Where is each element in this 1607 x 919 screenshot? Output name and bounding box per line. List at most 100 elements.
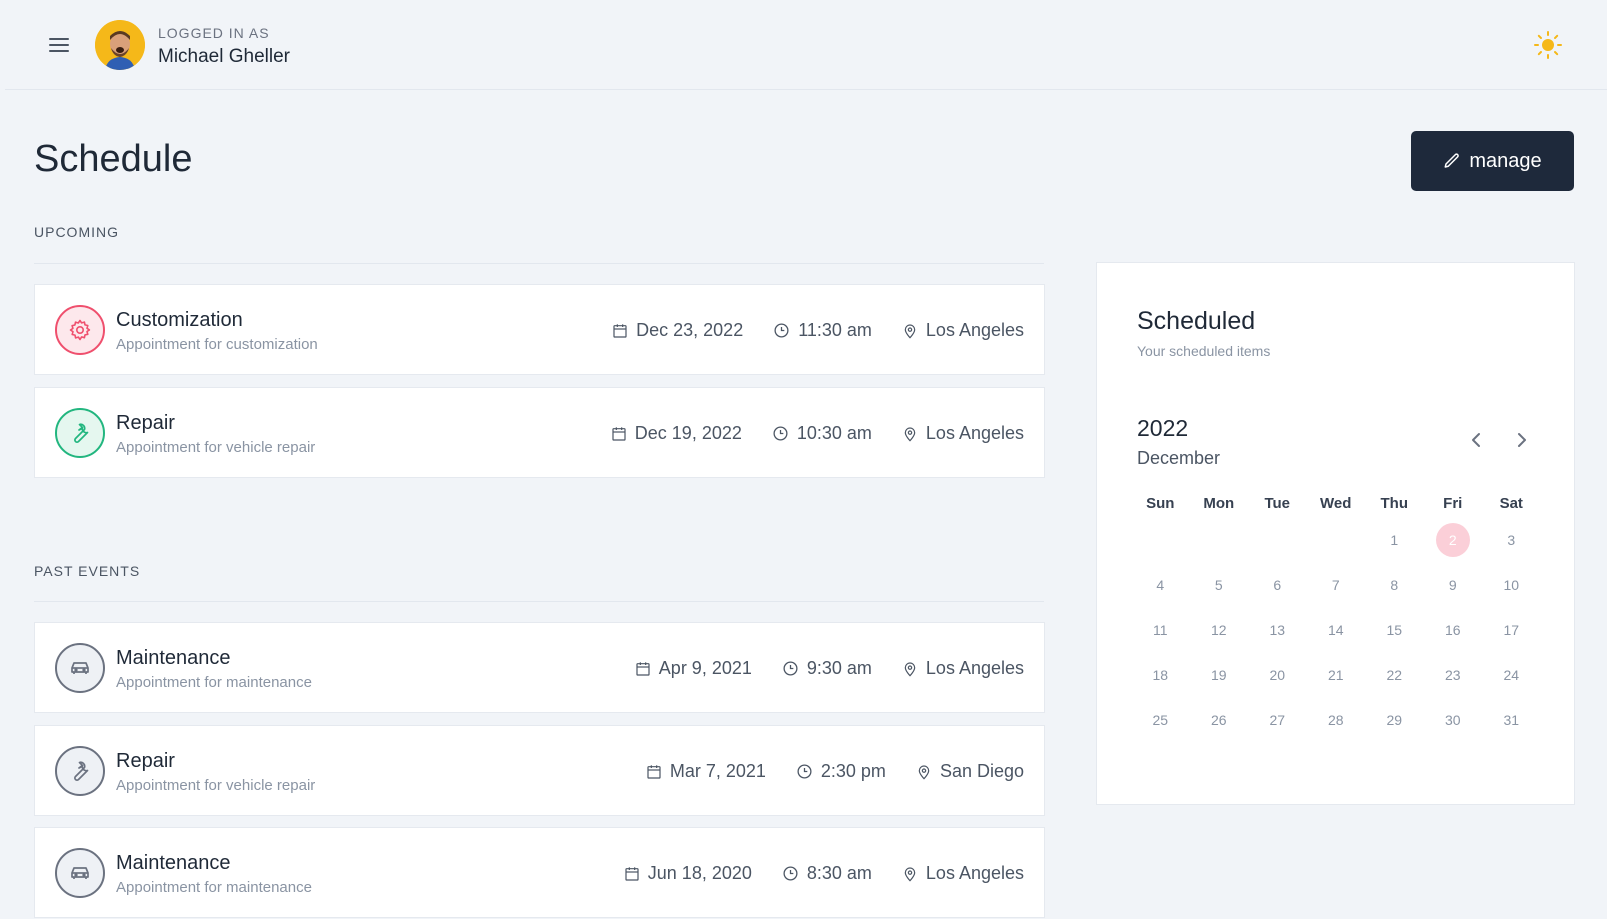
avatar[interactable] (95, 20, 145, 70)
calendar-day[interactable]: 23 (1424, 667, 1483, 683)
calendar-day[interactable]: 29 (1365, 712, 1424, 728)
menu-icon[interactable] (47, 35, 71, 55)
event-time: 8:30 am (806, 863, 872, 883)
event-card-repair[interactable]: Repair Appointment for vehicle repair De… (34, 387, 1045, 478)
calendar-day[interactable]: 15 (1365, 622, 1424, 638)
page-title: Schedule (34, 138, 193, 180)
calendar-grid: Sun Mon Tue Wed Thu Fri Sat 1 2 3 4 5 6 7 8 9 10 11 12 13 14… (1131, 489, 1541, 742)
wrench-icon (55, 746, 105, 796)
calendar-day[interactable]: 1 (1365, 532, 1424, 548)
calendar-title: Scheduled (1137, 307, 1256, 335)
calendar-week: 25 26 27 28 29 30 31 (1131, 697, 1541, 742)
event-location: Los Angeles (925, 863, 1024, 883)
calendar-card: Scheduled Your scheduled items 2022 Dece… (1096, 262, 1575, 805)
clock-icon (797, 764, 812, 779)
divider (34, 601, 1044, 602)
event-subtitle: Appointment for maintenance (116, 674, 312, 691)
event-title: Customization (116, 309, 243, 331)
logged-in-label: LOGGED IN AS (158, 25, 270, 41)
manage-label: manage (1469, 149, 1542, 172)
event-card-repair-past[interactable]: Repair Appointment for vehicle repair Ma… (34, 725, 1045, 816)
weekday-header: Fri (1443, 494, 1463, 512)
event-time: 11:30 am (798, 320, 872, 340)
event-title: Repair (116, 412, 175, 434)
calendar-day[interactable]: 10 (1482, 577, 1541, 593)
calendar-day[interactable]: 31 (1482, 712, 1541, 728)
manage-button[interactable]: manage (1411, 131, 1574, 191)
clock-icon (783, 866, 798, 881)
location-pin-icon (904, 426, 916, 442)
past-events-label: PAST EVENTS (34, 563, 141, 579)
calendar-day[interactable]: 20 (1248, 667, 1307, 683)
calendar-day[interactable]: 13 (1248, 622, 1307, 638)
event-date: Apr 9, 2021 (658, 658, 752, 678)
event-subtitle: Appointment for vehicle repair (116, 439, 316, 456)
weekday-header: Sat (1499, 494, 1523, 512)
calendar-day[interactable]: 30 (1424, 712, 1483, 728)
calendar-day[interactable]: 14 (1307, 622, 1366, 638)
event-subtitle: Appointment for vehicle repair (116, 777, 316, 794)
event-time: 2:30 pm (820, 761, 886, 781)
event-date: Dec 19, 2022 (634, 423, 742, 443)
calendar-icon (613, 323, 627, 338)
weekday-header: Sun (1146, 494, 1175, 512)
event-title: Maintenance (116, 647, 231, 669)
calendar-day[interactable]: 4 (1131, 577, 1190, 593)
calendar-day[interactable]: 27 (1248, 712, 1307, 728)
calendar-day[interactable]: 8 (1365, 577, 1424, 593)
event-date: Jun 18, 2020 (647, 863, 752, 883)
calendar-day[interactable]: 28 (1307, 712, 1366, 728)
weekday-header: Tue (1264, 494, 1291, 512)
calendar-day[interactable]: 26 (1190, 712, 1249, 728)
calendar-icon (636, 661, 650, 676)
event-subtitle: Appointment for maintenance (116, 879, 312, 896)
event-time: 10:30 am (796, 423, 872, 443)
calendar-day[interactable]: 17 (1482, 622, 1541, 638)
calendar-day[interactable]: 11 (1131, 622, 1190, 638)
calendar-day[interactable]: 12 (1190, 622, 1249, 638)
calendar-year: 2022 (1137, 415, 1189, 441)
location-pin-icon (904, 661, 916, 677)
calendar-week: 4 5 6 7 8 9 10 (1131, 562, 1541, 607)
calendar-day[interactable]: 21 (1307, 667, 1366, 683)
event-location: Los Angeles (925, 423, 1024, 443)
calendar-day[interactable]: 6 (1248, 577, 1307, 593)
sun-icon[interactable] (1533, 30, 1563, 60)
calendar-day[interactable]: 5 (1190, 577, 1249, 593)
upcoming-label: UPCOMING (34, 224, 119, 240)
event-location: Los Angeles (925, 658, 1024, 678)
user-name: Michael Gheller (158, 46, 290, 67)
car-icon (55, 643, 105, 693)
calendar-icon (612, 426, 626, 441)
calendar-day[interactable]: 19 (1190, 667, 1249, 683)
event-card-maintenance-2[interactable]: Maintenance Appointment for maintenance … (34, 827, 1045, 918)
calendar-day[interactable]: 3 (1482, 532, 1541, 548)
calendar-day[interactable]: 9 (1424, 577, 1483, 593)
location-pin-icon (918, 764, 930, 780)
calendar-icon (625, 866, 639, 881)
calendar-day[interactable]: 18 (1131, 667, 1190, 683)
pencil-icon (1444, 153, 1460, 168)
calendar-day[interactable]: 16 (1424, 622, 1483, 638)
event-date: Mar 7, 2021 (669, 761, 766, 781)
calendar-day[interactable]: 22 (1365, 667, 1424, 683)
chevron-right-icon[interactable] (1509, 428, 1533, 452)
weekday-header: Thu (1380, 494, 1409, 512)
event-card-customization[interactable]: Customization Appointment for customizat… (34, 284, 1045, 375)
calendar-day[interactable]: 24 (1482, 667, 1541, 683)
weekday-header: Wed (1320, 494, 1352, 512)
location-pin-icon (904, 866, 916, 882)
event-subtitle: Appointment for customization (116, 336, 318, 353)
event-date: Dec 23, 2022 (636, 320, 744, 340)
gear-icon (55, 305, 105, 355)
event-card-maintenance[interactable]: Maintenance Appointment for maintenance … (34, 622, 1045, 713)
calendar-day[interactable]: 7 (1307, 577, 1366, 593)
event-location: Los Angeles (925, 320, 1024, 340)
calendar-day[interactable]: 2 (1424, 522, 1483, 557)
chevron-left-icon[interactable] (1465, 428, 1489, 452)
calendar-day[interactable]: 25 (1131, 712, 1190, 728)
calendar-week: 18 19 20 21 22 23 24 (1131, 652, 1541, 697)
event-title: Repair (116, 750, 175, 772)
event-time: 9:30 am (806, 658, 872, 678)
clock-icon (774, 323, 789, 338)
